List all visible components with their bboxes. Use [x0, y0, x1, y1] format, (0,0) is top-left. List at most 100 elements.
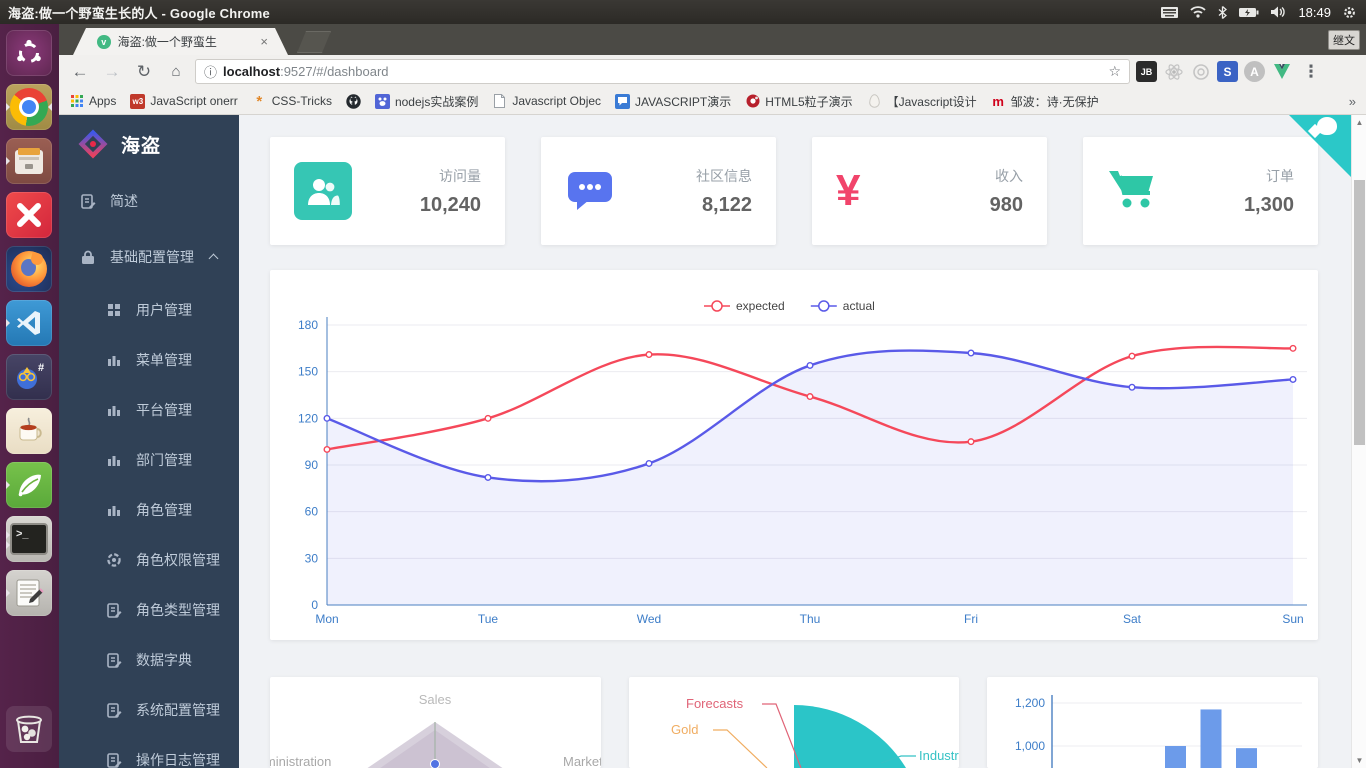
battery-icon[interactable] — [1239, 7, 1259, 18]
asterisk-icon: * — [256, 92, 263, 110]
launcher-trash[interactable] — [6, 706, 52, 752]
new-tab-button[interactable] — [297, 31, 331, 53]
bookmarks-overflow-chevron[interactable]: » — [1349, 94, 1356, 109]
bluetooth-icon[interactable] — [1218, 5, 1228, 19]
line-chart[interactable]: 0 30 60 90 120 150 180 Mon Tue Wed Thu Fri Sat Sun exp… — [270, 270, 1318, 640]
pie-chart[interactable]: Forecasts Gold Industries — [629, 677, 960, 768]
bookmark-star-icon[interactable]: ☆ — [1108, 63, 1121, 80]
sidebar-item-base-config[interactable]: 基础配置管理 — [59, 229, 239, 285]
svg-text:30: 30 — [305, 551, 319, 565]
bookmark-nodejs[interactable]: nodejs实战案例 — [374, 93, 478, 110]
sidebar-item-user-mgmt[interactable]: 用户管理 — [59, 285, 239, 335]
clock[interactable]: 18:49 — [1298, 5, 1331, 20]
bookmark-js-demo[interactable]: JAVASCRIPT演示 — [615, 93, 731, 110]
sidebar-item-role-type-mgmt[interactable]: 角色类型管理 — [59, 585, 239, 635]
document-icon — [106, 652, 122, 668]
launcher-xmind[interactable] — [6, 192, 52, 238]
bookmark-css-tricks[interactable]: * CSS-Tricks — [252, 92, 332, 110]
home-button[interactable]: ⌂ — [163, 63, 189, 80]
drawer-icon — [15, 148, 43, 174]
gear-icon[interactable] — [1343, 6, 1356, 19]
sidebar-item-role-mgmt[interactable]: 角色管理 — [59, 485, 239, 535]
stat-value: 8,122 — [701, 193, 752, 216]
wifi-icon[interactable] — [1190, 6, 1207, 18]
x-icon — [17, 203, 41, 227]
bookmark-js-object[interactable]: Javascript Objec — [492, 94, 601, 109]
coffee-icon — [19, 417, 42, 441]
sidebar-item-platform-mgmt[interactable]: 平台管理 — [59, 385, 239, 435]
ext-vue-icon[interactable] — [1271, 61, 1292, 82]
ext-target-icon[interactable] — [1190, 61, 1211, 82]
scrollbar-thumb[interactable] — [1354, 180, 1365, 445]
launcher-java-coffee[interactable] — [6, 408, 52, 454]
firefox-icon — [11, 251, 47, 287]
radar-chart[interactable]: Sales Administration Marketing — [270, 677, 601, 768]
svg-text:Tue: Tue — [478, 612, 499, 626]
chrome-icon — [10, 88, 48, 126]
scrollbar-down-icon[interactable]: ▼ — [1352, 753, 1366, 768]
svg-text:Gold: Gold — [671, 722, 698, 737]
svg-text:Mon: Mon — [315, 612, 338, 626]
tab-close-icon[interactable]: × — [260, 34, 268, 49]
tab-dashboard[interactable]: v 海盗:做一个野蛮生 × — [73, 28, 288, 55]
launcher-terminal[interactable]: >_ — [6, 516, 52, 562]
svg-text:Thu: Thu — [800, 612, 821, 626]
launcher-ubuntu[interactable] — [6, 30, 52, 76]
window-title: 海盗:做一个野蛮生长的人 - Google Chrome — [8, 5, 270, 21]
reload-button[interactable]: ↻ — [131, 62, 157, 82]
launcher-chrome[interactable] — [6, 84, 52, 130]
bookmarks-bar: Apps w3 JavaScript onerr * CSS-Tricks no… — [59, 88, 1366, 115]
stat-label: 订单 — [1266, 167, 1294, 184]
sidebar-item-op-log[interactable]: 操作日志管理 — [59, 735, 239, 768]
document-icon — [106, 752, 122, 768]
bookmark-js-design[interactable]: 【Javascript设计 — [867, 93, 977, 110]
ext-react-icon[interactable] — [1163, 61, 1184, 82]
launcher-spring[interactable] — [6, 462, 52, 508]
info-icon[interactable]: ⓘ — [204, 62, 217, 81]
chrome-menu-icon[interactable]: ⋮ — [1298, 62, 1324, 82]
forward-button[interactable]: → — [99, 62, 125, 82]
launcher-gedit[interactable] — [6, 570, 52, 616]
sidebar-item-menu-mgmt[interactable]: 菜单管理 — [59, 335, 239, 385]
stat-value: 10,240 — [419, 193, 481, 216]
bookmark-github[interactable] — [346, 93, 361, 109]
stat-label: 社区信息 — [696, 167, 752, 184]
page-scrollbar[interactable]: ▲ ▼ — [1351, 115, 1366, 768]
launcher-file-manager[interactable] — [6, 138, 52, 184]
app-logo[interactable]: 海盗 — [59, 115, 239, 173]
ubuntu-launcher: # >_ — [0, 24, 59, 768]
launcher-firefox[interactable] — [6, 246, 52, 292]
scrollbar-up-icon[interactable]: ▲ — [1352, 115, 1366, 130]
bookmark-zoubo[interactable]: m 邹波：诗·无保护 — [991, 93, 1098, 110]
launcher-vscode[interactable] — [6, 300, 52, 346]
bar-chart[interactable]: 1,200 1,000 — [987, 677, 1318, 768]
keyboard-icon[interactable] — [1161, 6, 1179, 18]
sidebar-item-role-perm-mgmt[interactable]: 角色权限管理 — [59, 535, 239, 585]
sidebar-item-dept-mgmt[interactable]: 部门管理 — [59, 435, 239, 485]
sidebar-item-data-dict[interactable]: 数据字典 — [59, 635, 239, 685]
stat-cards-row: 访问量 10,240 社区信息 8,122 ¥ 收入 980 订单 1,300 — [270, 137, 1318, 245]
url-bar[interactable]: ⓘ localhost:9527/#/dashboard ☆ — [195, 59, 1130, 84]
volume-icon[interactable] — [1271, 6, 1286, 18]
stat-value: 980 — [989, 193, 1023, 216]
chat-icon — [615, 93, 631, 109]
svg-text:expected: expected — [736, 299, 785, 313]
sidebar-item-intro[interactable]: 简述 — [59, 173, 239, 229]
money-icon: ¥ — [836, 166, 861, 215]
svg-text:60: 60 — [305, 505, 319, 519]
apps-grid-icon — [69, 94, 84, 109]
back-button[interactable]: ← — [67, 62, 93, 82]
bookmark-js-onerror[interactable]: w3 JavaScript onerr — [130, 93, 238, 109]
bookmark-apps[interactable]: Apps — [69, 94, 116, 109]
chart-bar-icon — [106, 502, 122, 518]
launcher-corebird[interactable]: # — [6, 354, 52, 400]
ime-indicator[interactable]: 继文 — [1328, 30, 1360, 50]
bookmark-html5-particles[interactable]: HTML5粒子演示 — [745, 93, 853, 110]
svg-text:actual: actual — [843, 299, 875, 313]
ext-jetbrains[interactable]: JB — [1136, 61, 1157, 82]
ext-sails[interactable]: S — [1217, 61, 1238, 82]
octocat-icon — [1317, 117, 1337, 135]
pie-chart-card: Forecasts Gold Industries — [628, 677, 960, 768]
ext-angular[interactable]: A — [1244, 61, 1265, 82]
sidebar-item-sys-config[interactable]: 系统配置管理 — [59, 685, 239, 735]
